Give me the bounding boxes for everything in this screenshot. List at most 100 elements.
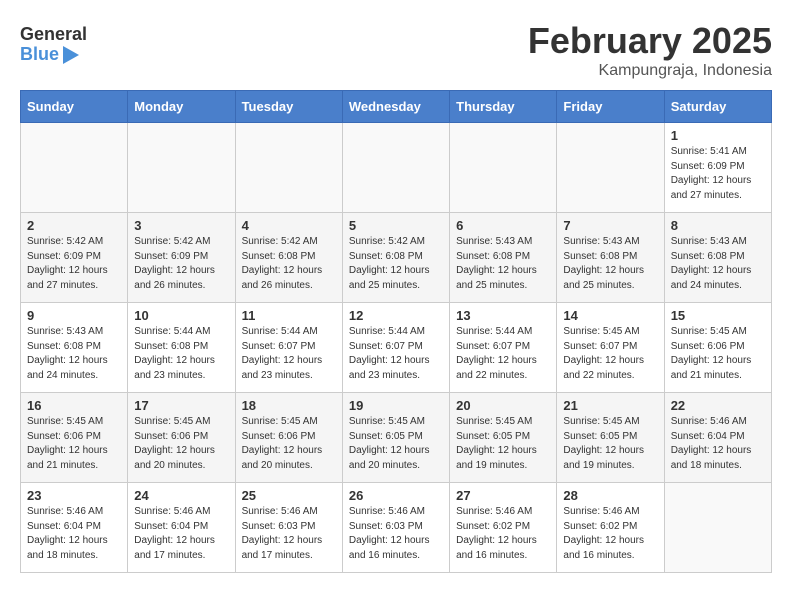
day-number: 2	[27, 218, 121, 233]
day-number: 19	[349, 398, 443, 413]
calendar-cell: 5 Sunrise: 5:42 AM Sunset: 6:08 PM Daylig…	[342, 213, 449, 303]
day-number: 9	[27, 308, 121, 323]
calendar-cell: 18 Sunrise: 5:45 AM Sunset: 6:06 PM Dayli…	[235, 393, 342, 483]
calendar-cell: 21 Sunrise: 5:45 AM Sunset: 6:05 PM Dayli…	[557, 393, 664, 483]
day-number: 28	[563, 488, 657, 503]
day-number: 7	[563, 218, 657, 233]
calendar-cell: 23 Sunrise: 5:46 AM Sunset: 6:04 PM Dayli…	[21, 483, 128, 573]
day-number: 16	[27, 398, 121, 413]
day-number: 4	[242, 218, 336, 233]
day-info: Sunrise: 5:43 AM Sunset: 6:08 PM Dayligh…	[27, 325, 121, 383]
calendar-cell: 13 Sunrise: 5:44 AM Sunset: 6:07 PM Dayli…	[450, 303, 557, 393]
day-number: 11	[242, 308, 336, 323]
day-number: 6	[456, 218, 550, 233]
day-info: Sunrise: 5:45 AM Sunset: 6:06 PM Dayligh…	[27, 415, 121, 473]
day-number: 12	[349, 308, 443, 323]
page-header: General Blue February 2025 Kampungraja, …	[20, 20, 772, 80]
day-info: Sunrise: 5:44 AM Sunset: 6:07 PM Dayligh…	[456, 325, 550, 383]
calendar-cell: 10 Sunrise: 5:44 AM Sunset: 6:08 PM Dayli…	[128, 303, 235, 393]
logo: General Blue	[20, 20, 87, 65]
calendar-cell: 19 Sunrise: 5:45 AM Sunset: 6:05 PM Dayli…	[342, 393, 449, 483]
week-row-3: 9 Sunrise: 5:43 AM Sunset: 6:08 PM Daylig…	[21, 303, 772, 393]
day-info: Sunrise: 5:46 AM Sunset: 6:04 PM Dayligh…	[671, 415, 765, 473]
calendar-cell: 22 Sunrise: 5:46 AM Sunset: 6:04 PM Dayli…	[664, 393, 771, 483]
day-info: Sunrise: 5:46 AM Sunset: 6:03 PM Dayligh…	[349, 505, 443, 563]
calendar-cell	[235, 123, 342, 213]
day-info: Sunrise: 5:43 AM Sunset: 6:08 PM Dayligh…	[563, 235, 657, 293]
day-info: Sunrise: 5:45 AM Sunset: 6:05 PM Dayligh…	[563, 415, 657, 473]
calendar-cell: 26 Sunrise: 5:46 AM Sunset: 6:03 PM Dayli…	[342, 483, 449, 573]
weekday-header-wednesday: Wednesday	[342, 91, 449, 123]
week-row-1: 1 Sunrise: 5:41 AM Sunset: 6:09 PM Daylig…	[21, 123, 772, 213]
day-number: 10	[134, 308, 228, 323]
day-number: 25	[242, 488, 336, 503]
week-row-4: 16 Sunrise: 5:45 AM Sunset: 6:06 PM Dayli…	[21, 393, 772, 483]
calendar-cell: 11Sunrise: 5:44 AM Sunset: 6:07 PM Dayli…	[235, 303, 342, 393]
day-number: 5	[349, 218, 443, 233]
day-number: 15	[671, 308, 765, 323]
day-info: Sunrise: 5:42 AM Sunset: 6:08 PM Dayligh…	[349, 235, 443, 293]
calendar-cell: 2 Sunrise: 5:42 AM Sunset: 6:09 PM Daylig…	[21, 213, 128, 303]
month-year-title: February 2025	[528, 20, 772, 62]
day-info: Sunrise: 5:44 AM Sunset: 6:08 PM Dayligh…	[134, 325, 228, 383]
calendar-cell	[557, 123, 664, 213]
weekday-header-friday: Friday	[557, 91, 664, 123]
day-number: 26	[349, 488, 443, 503]
day-number: 17	[134, 398, 228, 413]
calendar-cell: 4Sunrise: 5:42 AM Sunset: 6:08 PM Daylig…	[235, 213, 342, 303]
day-info: Sunrise: 5:45 AM Sunset: 6:05 PM Dayligh…	[349, 415, 443, 473]
calendar-cell: 24 Sunrise: 5:46 AM Sunset: 6:04 PM Dayli…	[128, 483, 235, 573]
calendar-cell: 3 Sunrise: 5:42 AM Sunset: 6:09 PM Daylig…	[128, 213, 235, 303]
calendar-cell: 28Sunrise: 5:46 AM Sunset: 6:02 PM Dayli…	[557, 483, 664, 573]
calendar-cell: 12 Sunrise: 5:44 AM Sunset: 6:07 PM Dayli…	[342, 303, 449, 393]
location-subtitle: Kampungraja, Indonesia	[528, 62, 772, 80]
calendar-cell: 15 Sunrise: 5:45 AM Sunset: 6:06 PM Dayli…	[664, 303, 771, 393]
day-info: Sunrise: 5:45 AM Sunset: 6:07 PM Dayligh…	[563, 325, 657, 383]
day-info: Sunrise: 5:46 AM Sunset: 6:02 PM Dayligh…	[456, 505, 550, 563]
weekday-header-monday: Monday	[128, 91, 235, 123]
day-info: Sunrise: 5:46 AM Sunset: 6:03 PM Dayligh…	[242, 505, 336, 563]
day-number: 23	[27, 488, 121, 503]
day-info: Sunrise: 5:46 AM Sunset: 6:04 PM Dayligh…	[27, 505, 121, 563]
day-info: Sunrise: 5:45 AM Sunset: 6:06 PM Dayligh…	[242, 415, 336, 473]
day-number: 1	[671, 128, 765, 143]
day-info: Sunrise: 5:41 AM Sunset: 6:09 PM Dayligh…	[671, 145, 765, 203]
day-info: Sunrise: 5:45 AM Sunset: 6:05 PM Dayligh…	[456, 415, 550, 473]
calendar-cell: 8 Sunrise: 5:43 AM Sunset: 6:08 PM Daylig…	[664, 213, 771, 303]
weekday-header-sunday: Sunday	[21, 91, 128, 123]
day-info: Sunrise: 5:45 AM Sunset: 6:06 PM Dayligh…	[134, 415, 228, 473]
day-number: 14	[563, 308, 657, 323]
logo-triangle-icon	[63, 46, 79, 64]
day-number: 18	[242, 398, 336, 413]
calendar-cell: 6Sunrise: 5:43 AM Sunset: 6:08 PM Daylig…	[450, 213, 557, 303]
calendar-cell	[128, 123, 235, 213]
day-number: 13	[456, 308, 550, 323]
day-number: 27	[456, 488, 550, 503]
calendar-cell: 17 Sunrise: 5:45 AM Sunset: 6:06 PM Dayli…	[128, 393, 235, 483]
day-info: Sunrise: 5:46 AM Sunset: 6:04 PM Dayligh…	[134, 505, 228, 563]
day-info: Sunrise: 5:42 AM Sunset: 6:09 PM Dayligh…	[27, 235, 121, 293]
day-info: Sunrise: 5:44 AM Sunset: 6:07 PM Dayligh…	[349, 325, 443, 383]
week-row-5: 23 Sunrise: 5:46 AM Sunset: 6:04 PM Dayli…	[21, 483, 772, 573]
logo-blue-text: Blue	[20, 45, 79, 65]
calendar-cell: 9 Sunrise: 5:43 AM Sunset: 6:08 PM Daylig…	[21, 303, 128, 393]
logo-wrapper: General Blue	[20, 25, 87, 65]
title-block: February 2025 Kampungraja, Indonesia	[528, 20, 772, 80]
calendar-cell: 1 Sunrise: 5:41 AM Sunset: 6:09 PM Daylig…	[664, 123, 771, 213]
day-number: 8	[671, 218, 765, 233]
calendar-cell	[21, 123, 128, 213]
day-number: 22	[671, 398, 765, 413]
day-number: 3	[134, 218, 228, 233]
weekday-header-thursday: Thursday	[450, 91, 557, 123]
day-number: 24	[134, 488, 228, 503]
weekday-header-row: SundayMondayTuesdayWednesdayThursdayFrid…	[21, 91, 772, 123]
day-number: 21	[563, 398, 657, 413]
calendar-cell: 20 Sunrise: 5:45 AM Sunset: 6:05 PM Dayli…	[450, 393, 557, 483]
week-row-2: 2 Sunrise: 5:42 AM Sunset: 6:09 PM Daylig…	[21, 213, 772, 303]
day-number: 20	[456, 398, 550, 413]
day-info: Sunrise: 5:45 AM Sunset: 6:06 PM Dayligh…	[671, 325, 765, 383]
weekday-header-saturday: Saturday	[664, 91, 771, 123]
logo-general-text: General	[20, 25, 87, 45]
day-info: Sunrise: 5:43 AM Sunset: 6:08 PM Dayligh…	[671, 235, 765, 293]
day-info: Sunrise: 5:42 AM Sunset: 6:09 PM Dayligh…	[134, 235, 228, 293]
